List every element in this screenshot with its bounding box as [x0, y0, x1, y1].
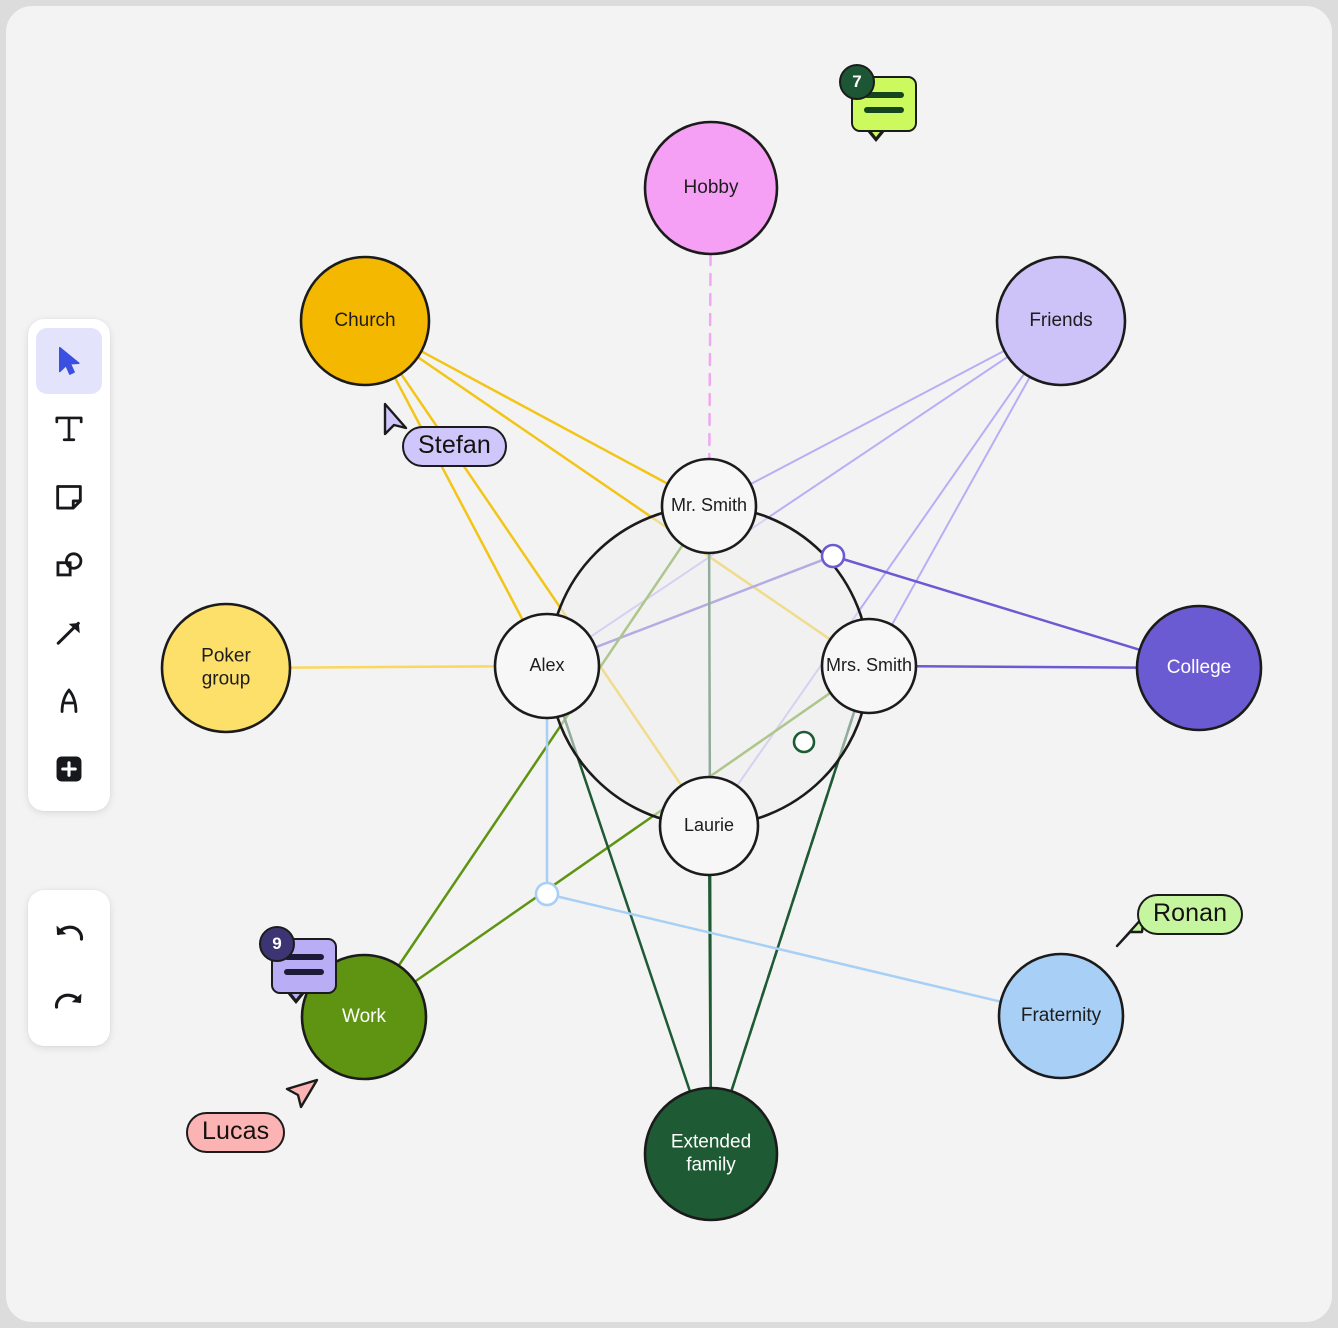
node-label: Fraternity	[1021, 1005, 1102, 1026]
handle-college-alex[interactable]	[820, 543, 846, 569]
shapes-icon	[56, 552, 83, 577]
comment-count-badge: 7	[839, 64, 875, 100]
node-label: Extended	[671, 1132, 751, 1153]
node-poker[interactable]: Pokergroup	[160, 602, 292, 734]
canvas-surface[interactable]: Hobby Church Friends Poker group College Work F…	[6, 6, 1332, 1322]
comment-count-badge: 9	[259, 926, 295, 962]
node-label: Laurie	[684, 815, 734, 835]
handle-fraternity-alex[interactable]	[534, 881, 560, 907]
node-label: Mrs. Smith	[826, 655, 912, 675]
node-label: Hobby	[684, 177, 739, 198]
node-label: family	[686, 1155, 736, 1176]
cursor-label-stefan: Stefan	[402, 426, 507, 467]
add-tool[interactable]	[36, 736, 102, 802]
plus-icon	[56, 756, 82, 782]
node-mrsmith[interactable]: Mr. Smith	[660, 457, 758, 555]
node-label: Mr. Smith	[671, 495, 747, 515]
edge-hobby-mrsmith[interactable]	[708, 252, 712, 461]
node-friends[interactable]: Friends	[995, 255, 1127, 387]
node-college[interactable]: College	[1135, 604, 1263, 732]
node-laurie[interactable]: Laurie	[658, 775, 760, 877]
pen-tool[interactable]	[36, 668, 102, 734]
cursor-icon	[59, 346, 80, 375]
sticky-note-icon	[56, 485, 82, 510]
undo-icon	[56, 925, 84, 941]
text-tool[interactable]	[36, 396, 102, 462]
whiteboard-app: Hobby Church Friends Poker group College Work F…	[0, 0, 1338, 1328]
node-label: College	[1167, 657, 1231, 678]
node-label: Poker	[201, 646, 251, 667]
cursor-label-ronan: Ronan	[1137, 894, 1244, 935]
text-icon	[55, 416, 83, 442]
node-extfamily[interactable]: Extendedfamily	[643, 1086, 779, 1222]
sticky-note-tool[interactable]	[36, 464, 102, 530]
cursor-label-lucas: Lucas	[186, 1112, 286, 1153]
select-tool[interactable]	[36, 328, 102, 394]
cursor-arrow-lucas	[285, 1078, 319, 1109]
node-mrssmith[interactable]: Mrs. Smith	[820, 617, 918, 715]
edge-extfamily-laurie[interactable]	[708, 873, 712, 1090]
edge-poker-alex[interactable]	[288, 665, 497, 669]
comment-pin-9[interactable]: 9	[259, 926, 337, 1004]
pen-icon	[60, 688, 78, 713]
edge-friends-mrssmith[interactable]	[890, 375, 1031, 626]
edge-friends-mrsmith[interactable]	[749, 349, 1006, 486]
arrow-icon	[56, 621, 80, 645]
comment-text-line	[864, 107, 904, 113]
toolbar-history	[28, 890, 110, 1046]
node-church[interactable]: Church	[299, 255, 431, 387]
node-label: Alex	[529, 655, 564, 675]
node-hobby[interactable]: Hobby	[643, 120, 779, 256]
node-fraternity[interactable]: Fraternity	[997, 952, 1125, 1080]
node-label: Friends	[1029, 310, 1092, 331]
node-label: group	[202, 669, 251, 690]
handle-extfamily-mrssmith[interactable]	[792, 730, 816, 754]
node-alex[interactable]: Alex	[493, 612, 601, 720]
comment-text-line	[284, 969, 324, 975]
shape-tool[interactable]	[36, 532, 102, 598]
toolbar-main	[28, 319, 110, 811]
edge-college-mrssmith[interactable]	[914, 665, 1139, 669]
node-label: Work	[342, 1006, 386, 1027]
comment-pin-7[interactable]: 7	[839, 64, 917, 142]
node-label: Church	[334, 310, 395, 331]
connector-tool[interactable]	[36, 600, 102, 666]
undo-button[interactable]	[36, 901, 102, 967]
redo-button[interactable]	[36, 969, 102, 1035]
redo-icon	[54, 993, 82, 1009]
